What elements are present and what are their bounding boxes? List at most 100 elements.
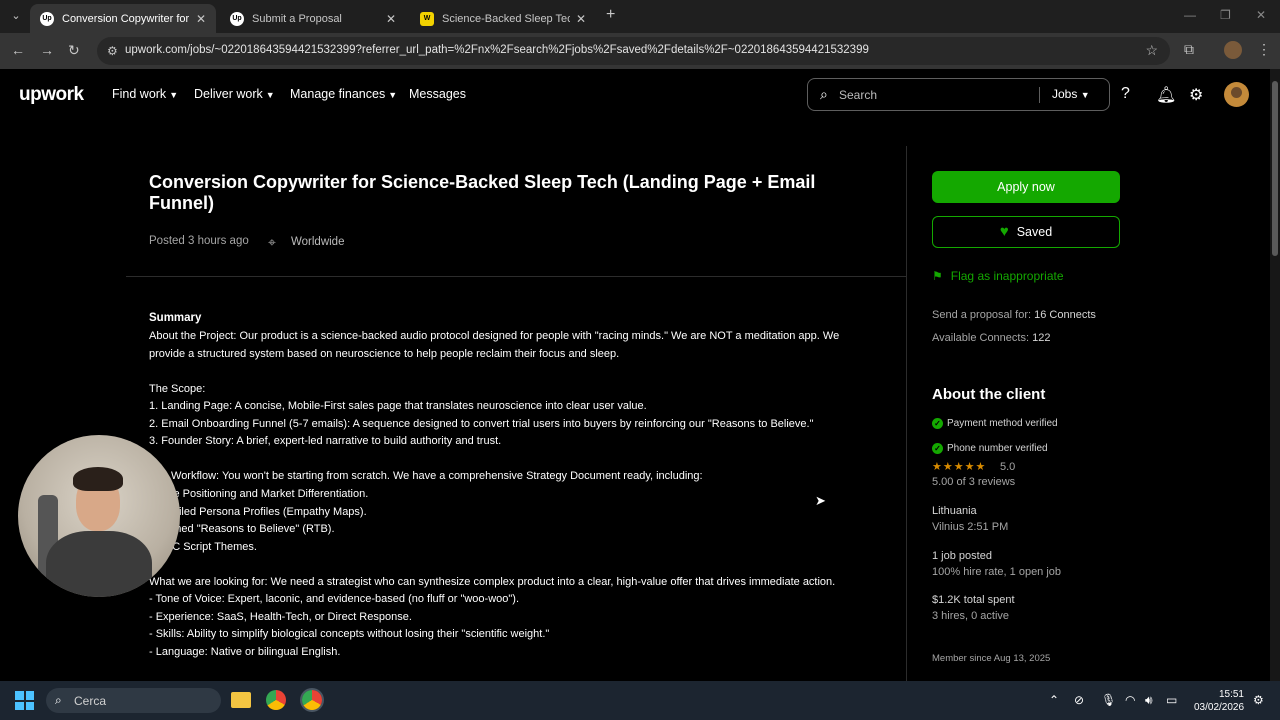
description-line: What we are looking for: We need a strat… xyxy=(149,575,836,588)
search-scope-label: Jobs xyxy=(1052,87,1078,101)
mouse-cursor-icon: ➤ xyxy=(815,493,826,508)
close-window-icon[interactable]: ✕ xyxy=(1256,8,1266,22)
rating-value: 5.0 xyxy=(1000,461,1016,473)
tab-science-backed-sleep[interactable]: W Science-Backed Sleep Tech Cop ✕ xyxy=(410,4,596,33)
nav-deliver-work[interactable]: Deliver work ▼ xyxy=(194,87,275,101)
description-line: - Tone of Voice: Expert, laconic, and ev… xyxy=(149,593,519,606)
upwork-page: upwork Find work ▼ Deliver work ▼ Manage f… xyxy=(0,69,1270,681)
nav-label: Find work xyxy=(112,87,167,101)
site-info-icon[interactable]: ⚙ xyxy=(107,44,118,58)
url-field[interactable]: ⚙ upwork.com/jobs/~022018643594421532399… xyxy=(97,37,1170,65)
taskbar-search[interactable]: ⌕ Cerca xyxy=(46,688,221,713)
docs-favicon-icon: W xyxy=(420,11,434,26)
restore-icon[interactable]: ❐ xyxy=(1220,8,1231,22)
connects-label: Send a proposal for: xyxy=(932,309,1032,321)
description-line: 3. Founder Story: A brief, expert-led na… xyxy=(149,435,502,448)
new-tab-icon[interactable]: + xyxy=(606,6,615,24)
rating-stars: ★★★★★ xyxy=(932,461,987,473)
settings-gear-icon[interactable]: ⚙ xyxy=(1189,85,1203,105)
summary-heading: Summary xyxy=(149,312,202,324)
nav-label: Messages xyxy=(409,87,466,101)
hire-rate: 100% hire rate, 1 open job xyxy=(932,566,1062,578)
notifications-bell-icon[interactable]: 🔔︎ xyxy=(1156,85,1176,105)
close-tab-icon[interactable]: ✕ xyxy=(386,12,396,26)
windows-start-icon[interactable] xyxy=(15,691,34,710)
description-line: 2. Email Onboarding Funnel (5-7 emails):… xyxy=(149,417,814,430)
webcam-overlay xyxy=(18,435,180,597)
tab-submit-proposal[interactable]: Up Submit a Proposal ✕ xyxy=(220,4,406,33)
tab-title: Conversion Copywriter for Scie xyxy=(62,12,190,25)
tray-chevron-up-icon[interactable]: ⌃ xyxy=(1049,693,1059,707)
search-input[interactable] xyxy=(839,86,1034,104)
battery-icon[interactable]: ▭ xyxy=(1166,693,1177,707)
search-scope-dropdown[interactable]: Jobs ▼ xyxy=(1052,87,1090,101)
phone-verified-label: Phone number verified xyxy=(947,443,1048,454)
tab-title: Submit a Proposal xyxy=(252,12,342,25)
minimize-icon[interactable]: — xyxy=(1184,8,1196,22)
chevron-down-icon: ▼ xyxy=(388,90,398,100)
nav-find-work[interactable]: Find work ▼ xyxy=(112,87,178,101)
browser-menu-icon[interactable]: ⋮ xyxy=(1257,41,1271,58)
network-off-icon[interactable]: ⊘ xyxy=(1074,693,1084,707)
column-divider xyxy=(906,146,907,681)
available-label: Available Connects: xyxy=(932,332,1030,344)
reviews-count: 5.00 of 3 reviews xyxy=(932,476,1016,488)
description-line: - Core Positioning and Market Differenti… xyxy=(149,487,369,500)
member-since: Member since Aug 13, 2025 xyxy=(932,653,1051,664)
close-tab-icon[interactable]: ✕ xyxy=(576,12,586,26)
address-bar: ← → ↻ ⚙ upwork.com/jobs/~022018643594421… xyxy=(0,33,1280,69)
description-line: The Workflow: You won't be starting from… xyxy=(149,470,703,483)
url-text[interactable]: upwork.com/jobs/~022018643594421532399?r… xyxy=(125,44,869,56)
description-line: - Detailed Persona Profiles (Empathy Map… xyxy=(149,505,367,518)
forward-icon[interactable]: → xyxy=(40,42,54,58)
flag-inappropriate-link[interactable]: ⚑ Flag as inappropriate xyxy=(932,269,1064,283)
taskbar-clock[interactable]: 15:51 03/02/2026 xyxy=(1194,688,1244,714)
scrollbar-thumb[interactable] xyxy=(1272,81,1278,256)
browser-profile-avatar[interactable] xyxy=(1224,41,1242,59)
tab-search-chevron-icon[interactable]: ⌄ xyxy=(6,6,26,26)
hires-count: 3 hires, 0 active xyxy=(932,610,1010,622)
bookmark-star-icon[interactable]: ☆ xyxy=(1145,42,1158,59)
chrome-icon[interactable] xyxy=(266,690,286,710)
nav-label: Deliver work xyxy=(194,87,263,101)
description-line: - Language: Native or bilingual English. xyxy=(149,645,341,658)
back-icon[interactable]: ← xyxy=(11,42,25,58)
webcam-person-hair xyxy=(73,467,123,491)
nav-label: Manage finances xyxy=(290,87,386,101)
help-icon[interactable]: ? xyxy=(1121,85,1130,103)
saved-label: Saved xyxy=(1016,225,1053,239)
chevron-down-icon: ▼ xyxy=(265,90,275,100)
webcam-person-body xyxy=(46,531,152,597)
phone-verified: ✓ Phone number verified xyxy=(932,443,1048,454)
description-line: About the Project: Our product is a scie… xyxy=(149,330,840,342)
client-city-time: Vilnius 2:51 PM xyxy=(932,521,1009,533)
tab-title: Science-Backed Sleep Tech Cop xyxy=(442,12,570,25)
total-spent: $1.2K total spent xyxy=(932,594,1015,606)
apply-now-button[interactable]: Apply now xyxy=(932,171,1120,203)
check-icon: ✓ xyxy=(932,418,943,429)
chevron-down-icon: ▼ xyxy=(169,90,179,100)
tab-conversion-copywriter[interactable]: Up Conversion Copywriter for Scie ✕ xyxy=(30,4,216,33)
extensions-icon[interactable]: ⧉ xyxy=(1184,41,1194,58)
browser-tab-bar: ⌄ Up Conversion Copywriter for Scie ✕ Up… xyxy=(0,0,1280,33)
reload-icon[interactable]: ↻ xyxy=(68,42,80,59)
user-avatar[interactable] xyxy=(1224,82,1249,107)
page-scrollbar[interactable] xyxy=(1270,69,1280,681)
upwork-logo[interactable]: upwork xyxy=(19,84,84,106)
description-line: The Scope: xyxy=(149,382,206,395)
section-divider xyxy=(126,276,906,277)
wifi-icon[interactable]: ◠ xyxy=(1125,693,1135,707)
file-explorer-icon[interactable] xyxy=(231,692,251,708)
description-line: provide a structured system based on neu… xyxy=(149,347,620,360)
nav-messages[interactable]: Messages xyxy=(409,87,466,101)
volume-icon[interactable]: 🔊︎ xyxy=(1145,693,1153,708)
chrome-active-icon[interactable] xyxy=(302,690,322,710)
notification-center-icon[interactable]: ⚙ xyxy=(1253,693,1264,707)
close-tab-icon[interactable]: ✕ xyxy=(196,12,206,26)
nav-manage-finances[interactable]: Manage finances ▼ xyxy=(290,87,397,101)
payment-verified: ✓ Payment method verified xyxy=(932,418,1058,429)
microphone-icon[interactable]: 🎙︎ xyxy=(1101,693,1116,707)
check-icon: ✓ xyxy=(932,443,943,454)
saved-button[interactable]: ♥ Saved xyxy=(932,216,1120,248)
clock-time: 15:51 xyxy=(1218,689,1244,700)
